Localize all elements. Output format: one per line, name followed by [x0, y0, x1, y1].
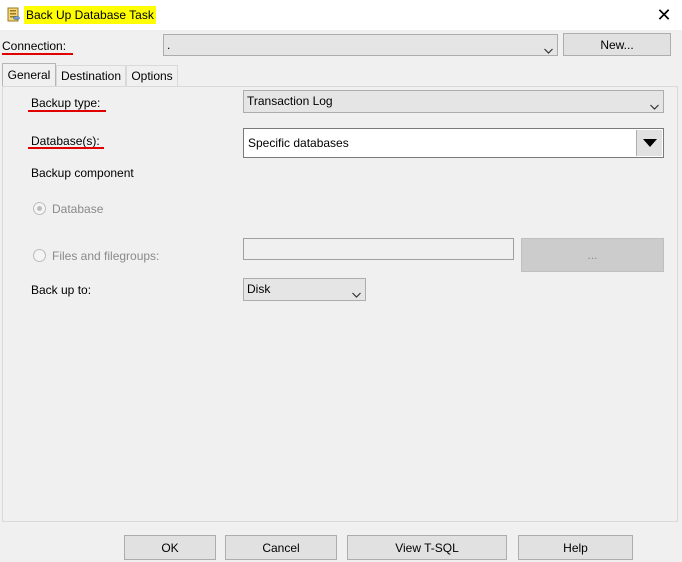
title-bar: Back Up Database Task ✕ — [0, 0, 682, 30]
new-button-label: New... — [600, 37, 634, 52]
databases-value: Specific databases — [248, 136, 349, 150]
connection-label: Connection: — [2, 39, 67, 53]
browse-button-label: ... — [587, 248, 598, 262]
help-button[interactable]: Help — [518, 535, 633, 560]
browse-files-button[interactable]: ... — [521, 238, 664, 272]
connection-combo[interactable]: . — [163, 34, 558, 56]
radio-files-filegroups[interactable] — [33, 249, 46, 262]
cancel-button[interactable]: Cancel — [225, 535, 337, 560]
radio-selected-dot — [37, 206, 42, 211]
tab-destination-label: Destination — [60, 69, 122, 83]
radio-database-label: Database — [52, 202, 104, 216]
help-button-label: Help — [563, 540, 588, 555]
tab-general[interactable]: General — [2, 63, 56, 86]
connection-annotation-underline — [2, 53, 73, 55]
radio-database[interactable] — [33, 202, 46, 215]
databases-select[interactable]: Specific databases — [243, 128, 664, 158]
backup-type-label: Backup type: — [31, 96, 101, 110]
chevron-down-icon — [352, 285, 361, 298]
close-button[interactable]: ✕ — [646, 0, 682, 30]
dropdown-arrow-icon[interactable] — [636, 130, 662, 156]
tab-options-label: Options — [131, 69, 173, 83]
back-up-to-combo[interactable]: Disk — [243, 278, 366, 301]
view-tsql-button-label: View T-SQL — [395, 540, 459, 555]
databases-label: Database(s): — [31, 134, 100, 148]
backup-type-annotation-underline — [28, 110, 106, 112]
radio-files-label: Files and filegroups: — [52, 249, 160, 263]
chevron-down-icon — [650, 97, 659, 110]
ok-button-label: OK — [161, 540, 179, 555]
database-task-icon — [6, 7, 21, 22]
view-tsql-button[interactable]: View T-SQL — [347, 535, 507, 560]
databases-annotation-underline — [28, 147, 104, 149]
back-up-to-value: Disk — [247, 282, 271, 296]
files-filegroups-input[interactable] — [243, 238, 514, 260]
connection-value: . — [167, 38, 171, 52]
chevron-down-icon — [544, 41, 553, 54]
close-icon: ✕ — [656, 4, 672, 25]
backup-component-label: Backup component — [31, 166, 134, 180]
ok-button[interactable]: OK — [124, 535, 216, 560]
tab-destination[interactable]: Destination — [56, 65, 126, 86]
new-connection-button[interactable]: New... — [563, 33, 671, 56]
cancel-button-label: Cancel — [262, 540, 300, 555]
window-title: Back Up Database Task — [24, 6, 156, 24]
tab-general-label: General — [7, 68, 51, 82]
tab-strip: General Destination Options — [0, 63, 682, 87]
backup-type-value: Transaction Log — [247, 94, 333, 108]
back-up-to-label: Back up to: — [31, 283, 92, 297]
backup-type-combo[interactable]: Transaction Log — [243, 90, 664, 113]
tab-options[interactable]: Options — [126, 65, 178, 86]
